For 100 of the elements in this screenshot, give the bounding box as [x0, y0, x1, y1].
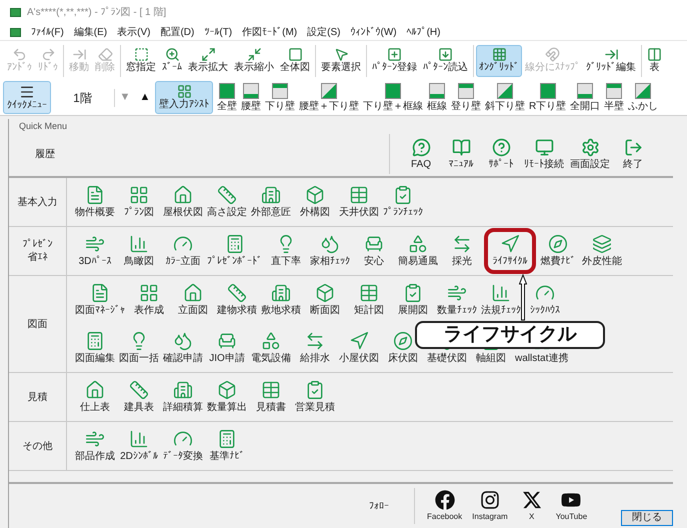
quick-link-button[interactable]: 画面設定 [570, 138, 610, 170]
menu-item[interactable]: ﾌｧｲﾙ(F) [31, 24, 64, 40]
menu-item[interactable]: 設定(S) [307, 24, 340, 40]
quick-menu-button[interactable]: 数量算出 [207, 380, 247, 414]
quick-link-button[interactable]: FAQ [404, 138, 438, 170]
menu-item[interactable]: ｳｨﾝﾄﾞｳ(W) [350, 24, 397, 40]
section-label: 見積 [28, 390, 48, 404]
wall-type-button[interactable]: 全開口 [568, 82, 602, 112]
quick-menu-button[interactable]: 断面図 [305, 283, 345, 317]
wall-type-button[interactable]: ふかし [626, 82, 660, 112]
toolbar-button[interactable]: ﾊﾟﾀｰﾝ登録 [369, 44, 420, 76]
toolbar-button[interactable]: 要素選択 [318, 44, 364, 76]
quick-menu-button[interactable]: 建具表 [119, 380, 159, 414]
quick-menu-button[interactable]: 小屋伏図 [339, 331, 379, 365]
quick-menu-button[interactable]: 外部意匠 [251, 185, 291, 219]
wall-type-button[interactable]: 全壁 [215, 82, 239, 112]
quick-link-button[interactable]: ﾘﾓｰﾄ接続 [524, 138, 564, 170]
quick-link-button[interactable]: ｻﾎﾟｰﾄ [484, 138, 518, 170]
quick-menu-button[interactable]: 外皮性能 [582, 234, 622, 268]
quick-menu-button[interactable]: 基準ﾅﾋﾞ [207, 429, 247, 463]
quick-link-button[interactable]: ﾏﾆｭｱﾙ [444, 138, 478, 170]
quick-menu-button[interactable]: 給排水 [295, 331, 335, 365]
quick-menu-button[interactable]: ｼｯｸﾊｳｽ [525, 283, 565, 317]
quick-menu-button[interactable]: ﾌﾟﾚｾﾞﾝﾎﾞｰﾄﾞ [207, 234, 262, 268]
quick-menu-button[interactable]: 高さ設定 [207, 185, 247, 219]
wall-type-button[interactable]: 框線 [425, 82, 449, 112]
exit-icon [624, 138, 642, 156]
toolbar-button[interactable]: ｸﾞﾘｯﾄﾞ編集 [583, 44, 639, 76]
water-icon [320, 234, 340, 254]
quick-menu-button[interactable]: 天井伏図 [339, 185, 379, 219]
ruler-icon [217, 185, 237, 205]
quick-menu-button[interactable]: 建物求積 [217, 283, 257, 317]
wall-assist-button[interactable]: 壁入力ｱｼｽﾄ [155, 81, 213, 114]
toolbar-button[interactable]: 表示拡大 [185, 44, 231, 76]
quick-menu-button[interactable]: 屋根伏図 [163, 185, 203, 219]
quick-menu-button[interactable]: ﾗｲﾌｻｲｸﾙ [490, 234, 530, 268]
toolbar-button[interactable]: 表 [644, 44, 665, 76]
quick-menu-button[interactable]: 営業見積 [295, 380, 335, 414]
quick-menu-button[interactable]: 直下率 [266, 234, 306, 268]
toolbar-button[interactable]: 全体図 [277, 44, 313, 76]
wall-type-button[interactable]: 半壁 [602, 82, 626, 112]
wind-icon [85, 429, 105, 449]
quick-menu-button[interactable]: 外構図 [295, 185, 335, 219]
quick-menu-button[interactable]: 展開図 [393, 283, 433, 317]
quick-menu-button[interactable]: 採光 [442, 234, 482, 268]
quick-menu-button[interactable]: 部品作成 [75, 429, 115, 463]
quick-menu-button[interactable]: 立面図 [173, 283, 213, 317]
menu-item[interactable]: ﾂｰﾙ(T) [204, 24, 232, 40]
social-link[interactable]: Instagram [472, 490, 508, 522]
quick-menu-button[interactable]: 図面ﾏﾈｰｼﾞｬ [75, 283, 125, 317]
quick-menu-button[interactable]: 安心 [354, 234, 394, 268]
quick-menu-button[interactable]: JIO申請 [207, 331, 247, 365]
quick-link-button[interactable]: 終了 [616, 138, 650, 170]
wall-type-button[interactable]: 登り壁 [449, 82, 483, 112]
social-link[interactable]: Facebook [427, 490, 462, 522]
quick-menu-button[interactable]: ﾌﾟﾗﾝ図 [119, 185, 159, 219]
quick-menu-button[interactable]: 図面編集 [75, 331, 115, 365]
wall-type-button[interactable]: 腰壁＋下り壁 [297, 82, 361, 112]
wall-type-button[interactable]: R下り壁 [527, 82, 568, 112]
quick-menu-button[interactable]: 表作成 [129, 283, 169, 317]
quick-menu-button[interactable]: 図面一括 [119, 331, 159, 365]
toolbar-button[interactable]: 表示縮小 [231, 44, 277, 76]
wall-type-button[interactable]: 腰壁 [239, 82, 263, 112]
close-button[interactable]: 閉じる [621, 510, 673, 526]
wall-assist-icon [176, 84, 192, 99]
quick-menu-button[interactable]: ﾃﾞｰﾀ変換 [163, 429, 203, 463]
toolbar-button[interactable]: ﾊﾟﾀｰﾝ読込 [420, 44, 471, 76]
quick-menu-toggle[interactable]: ｸｲｯｸﾒﾆｭｰ [3, 81, 51, 114]
quick-menu-button[interactable]: 家相ﾁｪｯｸ [310, 234, 350, 268]
wall-type-button[interactable]: 下り壁 [263, 82, 297, 112]
quick-menu-button[interactable]: 詳細積算 [163, 380, 203, 414]
quick-menu-button[interactable]: 2Dｼﾝﾎﾞﾙ [119, 429, 159, 463]
wall-type-button[interactable]: 下り壁＋框線 [361, 82, 425, 112]
quick-menu-button[interactable]: 敷地求積 [261, 283, 301, 317]
floor-up-button[interactable]: ▲ [135, 89, 155, 106]
quick-menu-button[interactable]: 法規ﾁｪｯｸ [481, 283, 521, 317]
wall-type-button[interactable]: 斜下り壁 [483, 82, 527, 112]
quick-menu-button[interactable]: 見積書 [251, 380, 291, 414]
quick-menu-button[interactable]: 物件概要 [75, 185, 115, 219]
social-link[interactable]: X [518, 490, 546, 522]
menu-item[interactable]: 表示(V) [117, 24, 150, 40]
menu-item[interactable]: 配置(D) [160, 24, 194, 40]
menu-item[interactable]: 作図ﾓｰﾄﾞ(M) [242, 24, 298, 40]
toolbar-button[interactable]: ｽﾞｰﾑ [159, 44, 185, 76]
quick-menu-button[interactable]: 鳥瞰図 [119, 234, 159, 268]
quick-menu-button[interactable]: 矩計図 [349, 283, 389, 317]
quick-menu-button[interactable]: ﾌﾟﾗﾝﾁｪｯｸ [383, 185, 423, 219]
menu-item[interactable]: 編集(E) [74, 24, 108, 40]
social-link[interactable]: YouTube [556, 490, 588, 522]
quick-menu-button[interactable]: 3Dﾊﾟｰｽ [75, 234, 115, 268]
quick-menu-button[interactable]: 簡易通風 [398, 234, 438, 268]
quick-menu-button[interactable]: 仕上表 [75, 380, 115, 414]
toolbar-button[interactable]: ｵﾝｸﾞﾘｯﾄﾞ [476, 44, 522, 76]
quick-menu-button[interactable]: 確認申請 [163, 331, 203, 365]
quick-menu-button[interactable]: ｶﾗｰ立面 [163, 234, 203, 268]
toolbar-button[interactable]: 窓指定 [123, 44, 159, 76]
menu-item[interactable]: ﾍﾙﾌﾟ(H) [406, 24, 440, 40]
quick-menu-button[interactable]: 数量ﾁｪｯｸ [437, 283, 477, 317]
quick-menu-button[interactable]: 電気設備 [251, 331, 291, 365]
quick-menu-button[interactable]: 燃費ﾅﾋﾞ [538, 234, 578, 268]
